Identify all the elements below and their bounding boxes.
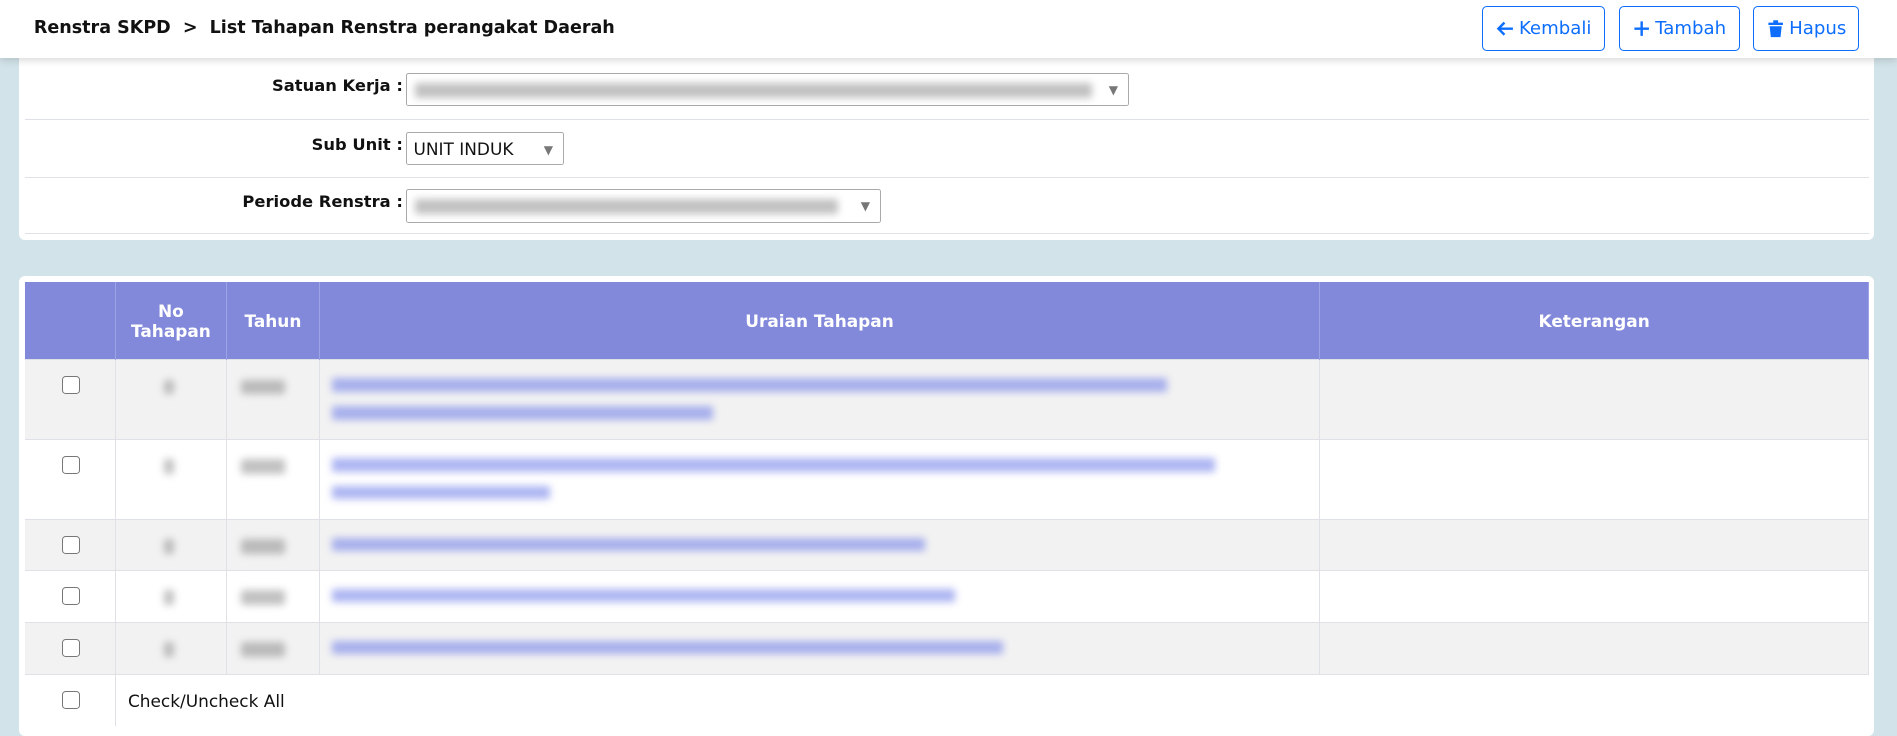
satuan-kerja-label: Satuan Kerja : bbox=[272, 76, 403, 96]
kembali-label: Kembali bbox=[1518, 17, 1592, 39]
sub-unit-select[interactable]: UNIT INDUK ▼ bbox=[406, 131, 564, 165]
table-row[interactable] bbox=[25, 439, 1870, 520]
satuan-kerja-select[interactable]: ▼ bbox=[406, 72, 1129, 107]
row-checkbox[interactable] bbox=[61, 586, 80, 605]
table-row[interactable] bbox=[25, 569, 1870, 623]
check-all-label[interactable]: Check/Uncheck All bbox=[128, 691, 285, 711]
periode-renstra-label: Periode Renstra : bbox=[242, 192, 403, 212]
table-row[interactable] bbox=[25, 518, 1870, 571]
hapus-label: Hapus bbox=[1789, 17, 1847, 39]
tahapan-table: No Tahapan Tahun Uraian Tahapan Keterang… bbox=[25, 281, 1870, 727]
row-checkbox[interactable] bbox=[61, 455, 80, 474]
breadcrumb-separator: > bbox=[182, 18, 198, 39]
top-header: Renstra SKPD > List Tahapan Renstra perang… bbox=[0, 0, 1897, 59]
breadcrumb: Renstra SKPD > List Tahapan Renstra perang… bbox=[34, 18, 615, 38]
sub-unit-label: Sub Unit : bbox=[311, 135, 403, 155]
trash-icon bbox=[1768, 19, 1784, 37]
row-checkbox[interactable] bbox=[61, 638, 80, 657]
check-all-row: Check/Uncheck All bbox=[25, 673, 1869, 727]
row-checkbox[interactable] bbox=[61, 535, 80, 554]
table-row[interactable] bbox=[25, 621, 1870, 675]
plus-icon bbox=[1634, 21, 1650, 36]
breadcrumb-current: List Tahapan Renstra perangakat Daerah bbox=[209, 18, 615, 39]
kembali-button[interactable]: Kembali bbox=[1482, 6, 1606, 51]
header-select bbox=[25, 281, 116, 360]
header-uraian-tahapan: Uraian Tahapan bbox=[319, 281, 1321, 360]
filter-panel: Satuan Kerja : ▼ Sub Unit : UNIT INDUK ▼ … bbox=[19, 48, 1874, 240]
tambah-button[interactable]: Tambah bbox=[1618, 6, 1740, 51]
header-tahun: Tahun bbox=[226, 281, 320, 360]
row-checkbox[interactable] bbox=[61, 376, 80, 395]
table-row[interactable] bbox=[25, 359, 1870, 440]
check-all-checkbox[interactable] bbox=[61, 690, 80, 709]
dropdown-arrow-icon: ▼ bbox=[860, 199, 871, 214]
header-keterangan: Keterangan bbox=[1319, 281, 1870, 360]
tambah-label: Tambah bbox=[1655, 17, 1727, 39]
breadcrumb-item-renstra-skpd[interactable]: Renstra SKPD bbox=[34, 18, 171, 38]
hapus-button[interactable]: Hapus bbox=[1753, 6, 1860, 51]
dropdown-arrow-icon: ▼ bbox=[1108, 83, 1119, 98]
tahapan-table-panel: No Tahapan Tahun Uraian Tahapan Keterang… bbox=[19, 275, 1874, 736]
sub-unit-value: UNIT INDUK bbox=[413, 138, 514, 159]
periode-renstra-select[interactable]: ▼ bbox=[406, 188, 881, 223]
dropdown-arrow-icon: ▼ bbox=[543, 142, 554, 157]
header-no-tahapan: No Tahapan bbox=[115, 281, 227, 360]
arrow-left-icon bbox=[1496, 21, 1513, 36]
